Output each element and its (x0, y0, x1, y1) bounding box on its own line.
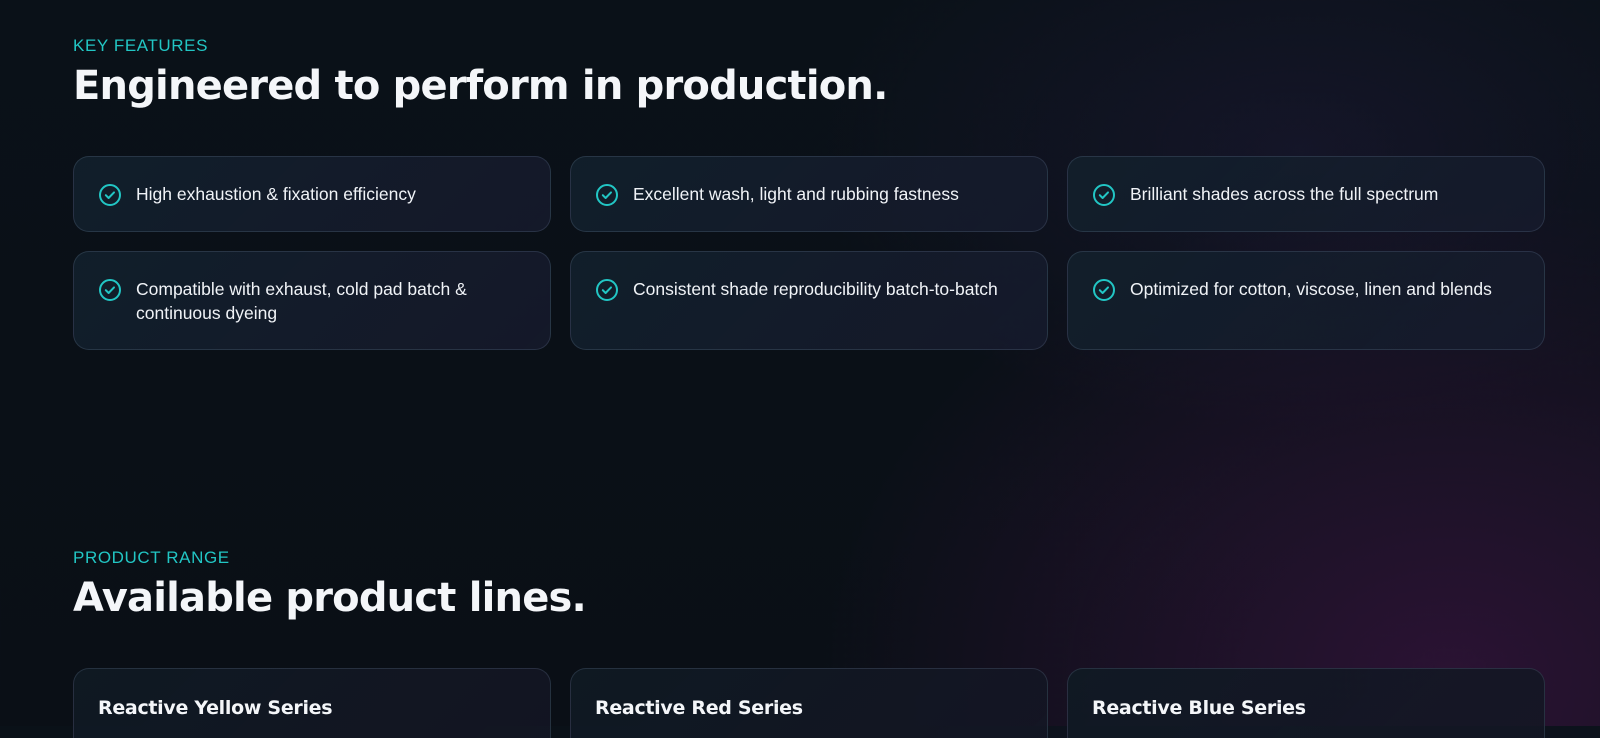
products-grid: Reactive Yellow Series Reactive Red Seri… (73, 668, 1545, 738)
check-circle-icon (99, 279, 121, 301)
feature-text: Compatible with exhaust, cold pad batch … (136, 279, 467, 323)
key-features-section: KEY FEATURES Engineered to perform in pr… (73, 36, 1545, 350)
product-card[interactable]: Reactive Blue Series (1067, 668, 1545, 738)
product-card[interactable]: Reactive Red Series (570, 668, 1048, 738)
product-name: Reactive Blue Series (1092, 697, 1306, 719)
feature-text: Excellent wash, light and rubbing fastne… (633, 184, 959, 204)
feature-card: Brilliant shades across the full spectru… (1067, 156, 1545, 232)
features-grid-row-2: Compatible with exhaust, cold pad batch … (73, 251, 1545, 350)
feature-card: Excellent wash, light and rubbing fastne… (570, 156, 1048, 232)
product-name: Reactive Yellow Series (98, 697, 333, 719)
feature-card: Compatible with exhaust, cold pad batch … (73, 251, 551, 350)
feature-card: Consistent shade reproducibility batch-t… (570, 251, 1048, 350)
section-eyebrow: PRODUCT RANGE (73, 548, 230, 567)
check-circle-icon (1093, 279, 1115, 301)
feature-text: High exhaustion & fixation efficiency (136, 184, 416, 204)
feature-text: Brilliant shades across the full spectru… (1130, 184, 1439, 204)
section-title: Available product lines. (73, 575, 587, 621)
product-card[interactable]: Reactive Yellow Series (73, 668, 551, 738)
check-circle-icon (1093, 184, 1115, 206)
check-circle-icon (99, 184, 121, 206)
check-circle-icon (596, 279, 618, 301)
feature-card: High exhaustion & fixation efficiency (73, 156, 551, 232)
feature-text: Consistent shade reproducibility batch-t… (633, 279, 998, 299)
features-grid: High exhaustion & fixation efficiency Ex… (73, 156, 1545, 232)
feature-card: Optimized for cotton, viscose, linen and… (1067, 251, 1545, 350)
check-circle-icon (596, 184, 618, 206)
section-eyebrow: KEY FEATURES (73, 36, 209, 55)
section-title: Engineered to perform in production. (73, 63, 888, 109)
feature-text: Optimized for cotton, viscose, linen and… (1130, 279, 1492, 299)
product-range-section: PRODUCT RANGE Available product lines. R… (73, 548, 1545, 738)
product-name: Reactive Red Series (595, 697, 803, 719)
